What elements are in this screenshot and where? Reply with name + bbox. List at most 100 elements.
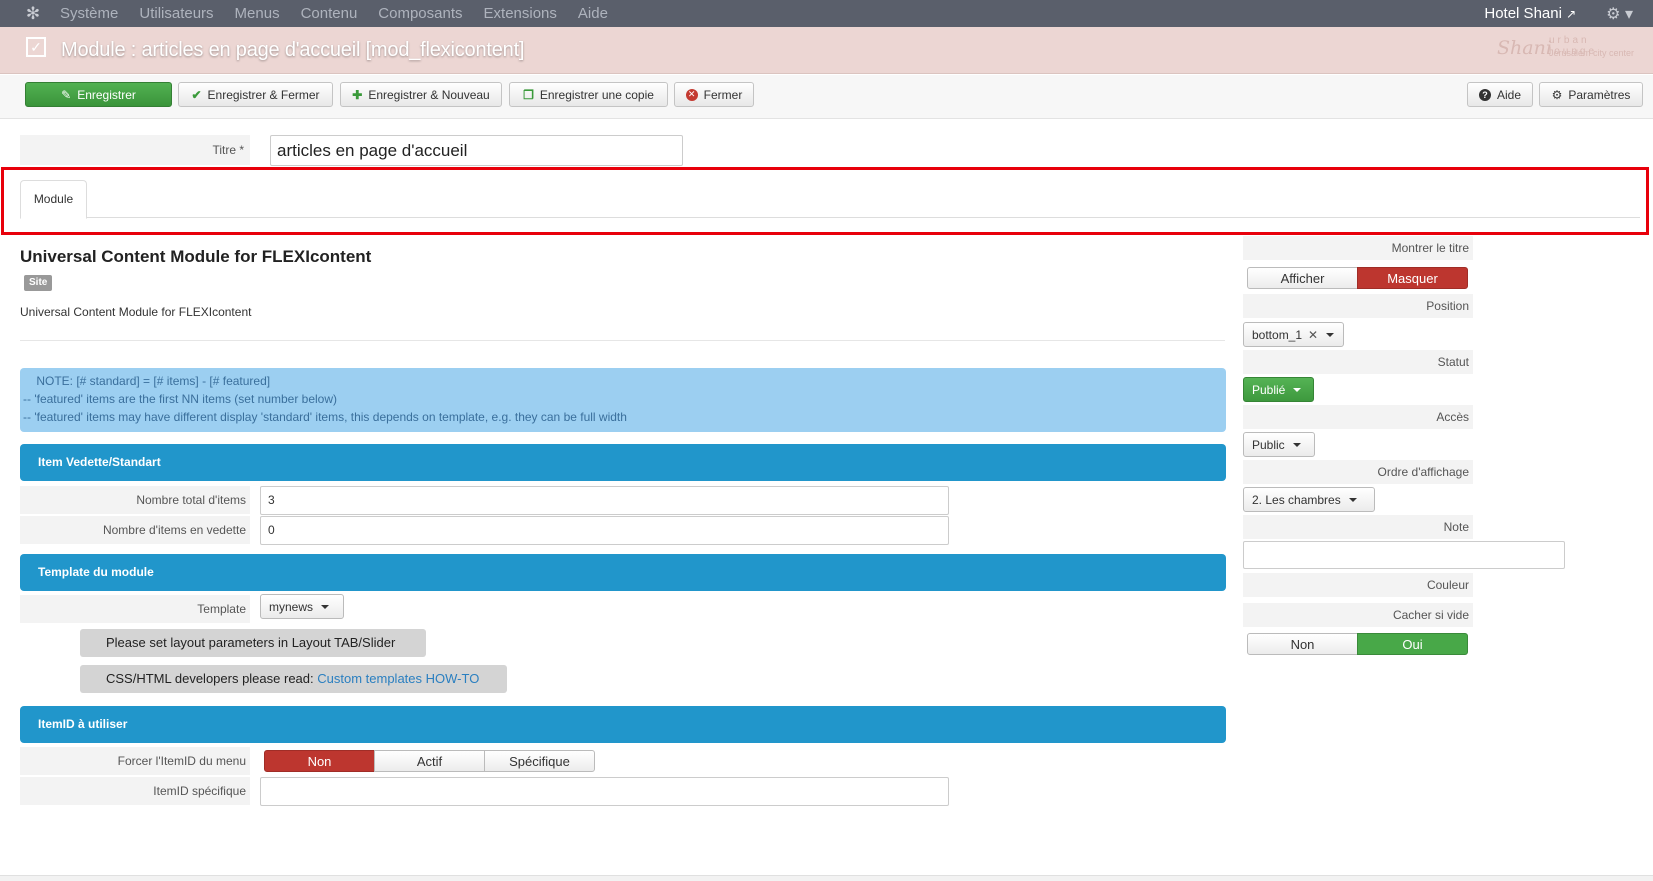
order-value: 2. Les chambres: [1252, 492, 1341, 507]
save-new-label: Enregistrer & Nouveau: [368, 87, 490, 102]
footer-strip: [0, 875, 1653, 881]
save-close-button[interactable]: ✔ Enregistrer & Fermer: [178, 82, 333, 107]
featured-items-label-box: Nombre d'items en vedette: [20, 516, 250, 544]
copy-icon: ❐: [523, 87, 534, 102]
save-new-button[interactable]: ✚ Enregistrer & Nouveau: [340, 82, 502, 107]
force-itemid-toggle: Non Actif Spécifique: [264, 750, 595, 772]
note-label-box: Note: [1243, 515, 1473, 539]
position-label-box: Position: [1243, 294, 1473, 318]
hide-empty-toggle: Non Oui: [1247, 633, 1468, 655]
title-bar: ✓ Module : articles en page d'accueil [m…: [0, 27, 1653, 74]
title-input[interactable]: articles en page d'accueil: [270, 135, 683, 166]
joomla-icon[interactable]: ✻: [22, 3, 44, 25]
position-select[interactable]: bottom_1 ✕: [1243, 322, 1344, 347]
info-line: -- 'featured' items are the first NN ite…: [23, 392, 338, 406]
menu-system[interactable]: Système: [60, 5, 118, 22]
toolbar: ✎ Enregistrer ✔ Enregistrer & Fermer ✚ E…: [0, 75, 1653, 119]
info-note: NOTE: [# standard] = [# items] - [# feat…: [20, 368, 1226, 432]
hide-empty-option-non[interactable]: Non: [1247, 633, 1358, 655]
section-featured[interactable]: Item Vedette/Standart: [20, 444, 1226, 481]
note-input[interactable]: [1243, 541, 1565, 569]
show-title-toggle: Afficher Masquer: [1247, 267, 1468, 289]
menu-components[interactable]: Composants: [378, 5, 462, 22]
clear-icon[interactable]: ✕: [1308, 328, 1318, 342]
force-itemid-option-actif[interactable]: Actif: [374, 750, 485, 772]
menu-help[interactable]: Aide: [578, 5, 608, 22]
gear-icon: ⚙: [1551, 87, 1563, 102]
site-name: Hotel Shani: [1484, 5, 1562, 22]
featured-items-input[interactable]: 0: [260, 516, 949, 545]
caret-down-icon: [1326, 332, 1335, 337]
specific-itemid-input[interactable]: [260, 777, 949, 806]
access-value: Public: [1252, 437, 1285, 452]
status-value: Publié: [1252, 382, 1286, 397]
help-button[interactable]: ? Aide: [1467, 82, 1533, 107]
menu-users[interactable]: Utilisateurs: [139, 5, 213, 22]
options-label: Paramètres: [1568, 87, 1631, 102]
gear-icon[interactable]: ⚙ ▾: [1606, 4, 1633, 24]
status-select[interactable]: Publié: [1243, 377, 1314, 402]
status-label: Statut: [1437, 355, 1469, 369]
module-title: Universal Content Module for FLEXIconten…: [20, 247, 372, 266]
status-label-box: Statut: [1243, 350, 1473, 374]
save-button[interactable]: ✎ Enregistrer: [25, 82, 172, 107]
check-icon: ✔: [191, 87, 202, 102]
force-itemid-option-specifique[interactable]: Spécifique: [484, 750, 595, 772]
order-label-box: Ordre d'affichage: [1243, 460, 1473, 484]
order-select[interactable]: 2. Les chambres: [1243, 487, 1375, 512]
force-itemid-label-box: Forcer l'ItemID du menu: [20, 747, 250, 775]
specific-itemid-label: ItemID spécifique: [153, 784, 246, 798]
menu-extensions[interactable]: Extensions: [484, 5, 557, 22]
access-select[interactable]: Public: [1243, 432, 1315, 457]
hide-empty-label: Cacher si vide: [1392, 608, 1469, 622]
caret-down-icon: [1293, 387, 1302, 392]
save-copy-label: Enregistrer une copie: [539, 87, 654, 102]
access-label-box: Accès: [1243, 405, 1473, 429]
position-label: Position: [1426, 299, 1469, 313]
template-select[interactable]: mynews: [260, 594, 344, 619]
question-icon: ?: [1478, 88, 1491, 101]
hide-empty-option-oui[interactable]: Oui: [1357, 633, 1468, 655]
module-description: Universal Content Module for FLEXIconten…: [20, 305, 252, 319]
force-itemid-label: Forcer l'ItemID du menu: [117, 754, 246, 768]
top-navbar: ✻ Système Utilisateurs Menus Contenu Com…: [0, 0, 1653, 27]
close-button[interactable]: ✕ Fermer: [674, 82, 754, 107]
section-itemid[interactable]: ItemID à utiliser: [20, 706, 1226, 743]
tab-module[interactable]: Module: [20, 180, 87, 219]
developers-note: CSS/HTML developers please read: Custom …: [80, 665, 507, 693]
site-link[interactable]: Hotel Shani ↗: [1484, 5, 1576, 22]
title-label-box: Titre *: [20, 135, 250, 165]
developers-note-text: CSS/HTML developers please read:: [106, 671, 314, 686]
save-label: Enregistrer: [77, 87, 136, 102]
total-items-input[interactable]: 3: [260, 486, 949, 515]
show-title-option-masquer[interactable]: Masquer: [1357, 267, 1468, 289]
brand-subtagline: Jerusalem city center: [1549, 48, 1635, 58]
show-title-option-afficher[interactable]: Afficher: [1247, 267, 1358, 289]
force-itemid-option-non[interactable]: Non: [264, 750, 375, 772]
access-label: Accès: [1436, 410, 1469, 424]
position-value: bottom_1: [1252, 327, 1303, 342]
close-icon: ✕: [685, 88, 698, 101]
total-items-label-box: Nombre total d'items: [20, 486, 250, 514]
options-button[interactable]: ⚙ Paramètres: [1539, 82, 1643, 107]
hide-empty-label-box: Cacher si vide: [1243, 603, 1473, 627]
template-label: Template: [197, 602, 246, 616]
section-template[interactable]: Template du module: [20, 554, 1226, 591]
brand-name: Shani: [1497, 37, 1552, 59]
save-copy-button[interactable]: ❐ Enregistrer une copie: [509, 82, 668, 107]
caret-down-icon: [1292, 442, 1301, 447]
custom-templates-link[interactable]: Custom templates HOW-TO: [317, 671, 479, 686]
divider: [20, 340, 1225, 341]
save-close-label: Enregistrer & Fermer: [207, 87, 320, 102]
tab-bar: Module: [20, 180, 1640, 219]
template-label-box: Template: [20, 595, 250, 623]
edit-icon: ✎: [61, 87, 72, 102]
specific-itemid-label-box: ItemID spécifique: [20, 777, 250, 805]
template-value: mynews: [269, 599, 314, 614]
menu-menus[interactable]: Menus: [235, 5, 280, 22]
show-title-label: Montrer le titre: [1391, 241, 1469, 255]
page-title: Module : articles en page d'accueil [mod…: [61, 39, 525, 61]
menu-content[interactable]: Contenu: [301, 5, 358, 22]
plus-icon: ✚: [352, 87, 363, 102]
caret-down-icon: [1348, 497, 1357, 502]
